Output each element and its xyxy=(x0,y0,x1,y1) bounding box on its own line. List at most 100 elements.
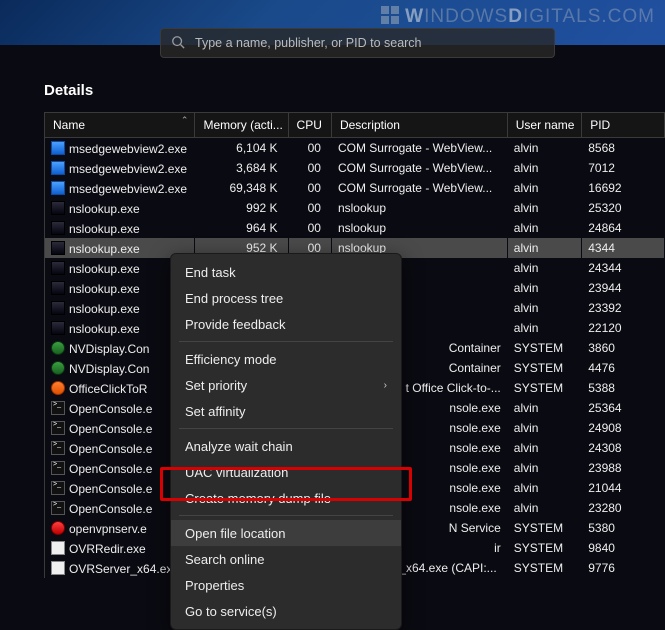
process-icon xyxy=(51,541,65,555)
menu-item-go-to-service-s-[interactable]: Go to service(s) xyxy=(171,598,401,624)
menu-item-efficiency-mode[interactable]: Efficiency mode xyxy=(171,346,401,372)
menu-item-label: End task xyxy=(185,265,236,280)
col-header-description[interactable]: Description xyxy=(331,113,507,138)
cell-user: alvin xyxy=(507,478,581,498)
menu-item-set-priority[interactable]: Set priority› xyxy=(171,372,401,398)
menu-item-provide-feedback[interactable]: Provide feedback xyxy=(171,311,401,337)
cell-user: alvin xyxy=(507,458,581,478)
col-header-name[interactable]: Name⌃ xyxy=(45,113,195,138)
process-icon xyxy=(51,421,65,435)
cell-memory: 992 K xyxy=(195,198,288,218)
process-icon xyxy=(51,521,65,535)
menu-item-end-process-tree[interactable]: End process tree xyxy=(171,285,401,311)
watermark: WINDOWSDIGITALS.COM xyxy=(381,6,655,28)
process-icon xyxy=(51,441,65,455)
table-row[interactable]: msedgewebview2.exe3,684 K00COM Surrogate… xyxy=(45,158,665,178)
cell-name: nslookup.exe xyxy=(45,198,195,218)
cell-description: COM Surrogate - WebView... xyxy=(331,178,507,198)
process-icon xyxy=(51,221,65,235)
menu-item-properties[interactable]: Properties xyxy=(171,572,401,598)
process-icon xyxy=(51,181,65,195)
process-icon xyxy=(51,301,65,315)
cell-pid: 24864 xyxy=(582,218,665,238)
cell-pid: 4344 xyxy=(582,238,665,258)
search-bar[interactable] xyxy=(160,28,555,58)
col-header-user[interactable]: User name xyxy=(507,113,581,138)
cell-name: msedgewebview2.exe xyxy=(45,158,195,178)
process-icon xyxy=(51,561,65,575)
cell-pid: 9776 xyxy=(582,558,665,578)
cell-user: SYSTEM xyxy=(507,558,581,578)
cell-memory: 69,348 K xyxy=(195,178,288,198)
menu-item-label: Efficiency mode xyxy=(185,352,277,367)
menu-item-create-memory-dump-file[interactable]: Create memory dump file xyxy=(171,485,401,511)
menu-item-label: Create memory dump file xyxy=(185,491,331,506)
cell-cpu: 00 xyxy=(288,178,331,198)
cell-pid: 7012 xyxy=(582,158,665,178)
menu-item-label: End process tree xyxy=(185,291,283,306)
menu-item-uac-virtualization[interactable]: UAC virtualization xyxy=(171,459,401,485)
menu-item-set-affinity[interactable]: Set affinity xyxy=(171,398,401,424)
cell-pid: 23988 xyxy=(582,458,665,478)
cell-cpu: 00 xyxy=(288,138,331,159)
page-title: Details xyxy=(44,82,93,99)
process-icon xyxy=(51,481,65,495)
menu-separator xyxy=(179,341,393,342)
menu-item-label: Provide feedback xyxy=(185,317,285,332)
menu-item-analyze-wait-chain[interactable]: Analyze wait chain xyxy=(171,433,401,459)
cell-pid: 5380 xyxy=(582,518,665,538)
process-icon xyxy=(51,381,65,395)
col-header-cpu[interactable]: CPU xyxy=(288,113,331,138)
table-row[interactable]: nslookup.exe964 K00nslookupalvin24864 xyxy=(45,218,665,238)
process-icon xyxy=(51,141,65,155)
col-header-memory[interactable]: Memory (acti... xyxy=(195,113,288,138)
process-icon xyxy=(51,341,65,355)
process-icon xyxy=(51,281,65,295)
process-icon xyxy=(51,161,65,175)
cell-user: alvin xyxy=(507,178,581,198)
cell-user: alvin xyxy=(507,278,581,298)
cell-user: alvin xyxy=(507,398,581,418)
cell-pid: 4476 xyxy=(582,358,665,378)
cell-description: nslookup xyxy=(331,218,507,238)
cell-user: alvin xyxy=(507,138,581,159)
cell-pid: 23392 xyxy=(582,298,665,318)
cell-name: nslookup.exe xyxy=(45,218,195,238)
cell-user: alvin xyxy=(507,198,581,218)
cell-user: alvin xyxy=(507,158,581,178)
cell-memory: 3,684 K xyxy=(195,158,288,178)
menu-item-open-file-location[interactable]: Open file location xyxy=(171,520,401,546)
col-header-pid[interactable]: PID xyxy=(582,113,665,138)
cell-user: SYSTEM xyxy=(507,358,581,378)
cell-pid: 25320 xyxy=(582,198,665,218)
process-icon xyxy=(51,501,65,515)
context-menu: End task End process tree Provide feedback… xyxy=(170,253,402,630)
process-icon xyxy=(51,401,65,415)
cell-pid: 24344 xyxy=(582,258,665,278)
menu-item-search-online[interactable]: Search online xyxy=(171,546,401,572)
menu-item-label: Analyze wait chain xyxy=(185,439,293,454)
cell-user: SYSTEM xyxy=(507,378,581,398)
cell-pid: 5388 xyxy=(582,378,665,398)
menu-item-label: Set priority xyxy=(185,378,247,393)
cell-user: alvin xyxy=(507,298,581,318)
cell-memory: 6,104 K xyxy=(195,138,288,159)
table-row[interactable]: nslookup.exe992 K00nslookupalvin25320 xyxy=(45,198,665,218)
cell-user: alvin xyxy=(507,438,581,458)
cell-description: COM Surrogate - WebView... xyxy=(331,138,507,159)
cell-user: alvin xyxy=(507,218,581,238)
cell-name: msedgewebview2.exe xyxy=(45,178,195,198)
menu-item-end-task[interactable]: End task xyxy=(171,259,401,285)
menu-item-label: Properties xyxy=(185,578,244,593)
search-input[interactable] xyxy=(195,36,544,50)
table-row[interactable]: msedgewebview2.exe69,348 K00COM Surrogat… xyxy=(45,178,665,198)
cell-user: alvin xyxy=(507,258,581,278)
process-icon xyxy=(51,241,65,255)
table-row[interactable]: msedgewebview2.exe6,104 K00COM Surrogate… xyxy=(45,138,665,159)
cell-pid: 24308 xyxy=(582,438,665,458)
process-icon xyxy=(51,461,65,475)
cell-pid: 23280 xyxy=(582,498,665,518)
cell-pid: 24908 xyxy=(582,418,665,438)
cell-user: SYSTEM xyxy=(507,518,581,538)
search-icon xyxy=(171,35,185,52)
